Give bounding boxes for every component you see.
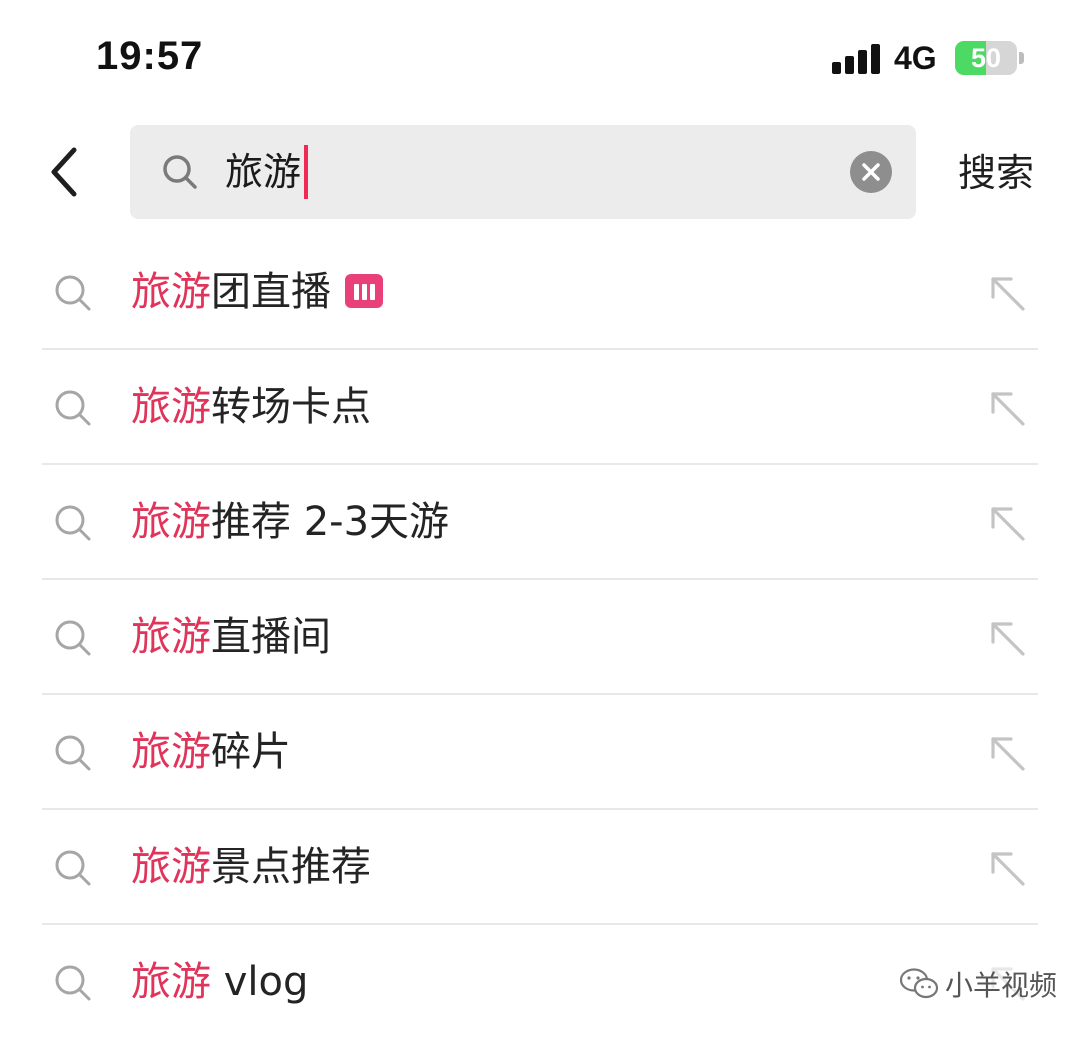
suggestion-item[interactable]: 旅游推荐 2-3天游	[0, 465, 1080, 580]
suggestion-highlight: 旅游	[131, 499, 211, 545]
signal-strength-icon	[832, 44, 880, 74]
suggestion-rest: 推荐 2-3天游	[211, 499, 450, 545]
search-icon	[55, 965, 91, 1001]
suggestion-text: 旅游直播间	[131, 610, 331, 664]
suggestion-text: 旅游 vlog	[131, 955, 308, 1009]
suggestion-rest: 碎片	[211, 729, 291, 775]
fill-query-arrow-icon[interactable]	[987, 503, 1029, 545]
search-icon	[55, 850, 91, 886]
battery-icon: 50	[955, 41, 1017, 75]
fill-query-arrow-icon[interactable]	[987, 848, 1029, 890]
suggestion-rest: 转场卡点	[211, 384, 371, 430]
suggestion-highlight: 旅游	[131, 844, 211, 890]
suggestion-rest: 景点推荐	[211, 844, 371, 890]
suggestion-highlight: 旅游	[131, 729, 211, 775]
live-icon	[345, 274, 383, 308]
clear-button[interactable]	[850, 151, 892, 193]
suggestion-item[interactable]: 旅游碎片	[0, 695, 1080, 810]
clear-icon	[862, 163, 880, 181]
suggestion-item[interactable]: 旅游团直播	[0, 235, 1080, 350]
fill-query-arrow-icon[interactable]	[987, 618, 1029, 660]
chevron-left-icon	[51, 147, 77, 197]
suggestion-item[interactable]: 旅游直播间	[0, 580, 1080, 695]
search-icon	[55, 735, 91, 771]
search-icon	[55, 505, 91, 541]
suggestion-rest: 团直播	[211, 269, 331, 315]
wechat-icon	[899, 968, 939, 999]
network-type: 4G	[894, 40, 937, 76]
suggestion-text: 旅游景点推荐	[131, 840, 371, 894]
suggestion-item[interactable]: 旅游景点推荐	[0, 810, 1080, 925]
suggestion-text: 旅游推荐 2-3天游	[131, 495, 449, 549]
suggestion-rest: 直播间	[211, 614, 331, 660]
battery-cap	[1019, 52, 1024, 64]
battery-level: 50	[970, 43, 1002, 73]
fill-query-arrow-icon[interactable]	[987, 388, 1029, 430]
status-time: 19:57	[96, 34, 204, 78]
watermark: 小羊视频	[895, 962, 1062, 1006]
status-bar: 19:57 4G 50	[0, 0, 1080, 110]
search-query[interactable]: 旅游	[225, 147, 301, 197]
back-button[interactable]	[40, 142, 90, 202]
fill-query-arrow-icon[interactable]	[987, 733, 1029, 775]
suggestion-list: 旅游团直播 旅游转场卡点 旅游推荐 2-3天游 旅游直播间 旅游碎片 旅游景点推荐 旅游 v…	[0, 235, 1080, 1040]
suggestion-text: 旅游碎片	[131, 725, 291, 779]
suggestion-item[interactable]: 旅游转场卡点	[0, 350, 1080, 465]
search-icon	[163, 155, 197, 189]
search-icon	[55, 390, 91, 426]
suggestion-highlight: 旅游	[131, 959, 211, 1005]
suggestion-highlight: 旅游	[131, 269, 211, 315]
suggestion-highlight: 旅游	[131, 614, 211, 660]
search-icon	[55, 275, 91, 311]
search-input[interactable]: 旅游	[130, 125, 916, 219]
suggestion-rest: vlog	[211, 959, 309, 1005]
suggestion-text: 旅游团直播	[131, 265, 383, 319]
watermark-text: 小羊视频	[945, 969, 1058, 1002]
search-button[interactable]: 搜索	[958, 148, 1034, 198]
suggestion-highlight: 旅游	[131, 384, 211, 430]
fill-query-arrow-icon[interactable]	[987, 273, 1029, 315]
search-icon	[55, 620, 91, 656]
suggestion-text: 旅游转场卡点	[131, 380, 371, 434]
text-cursor	[304, 145, 308, 199]
